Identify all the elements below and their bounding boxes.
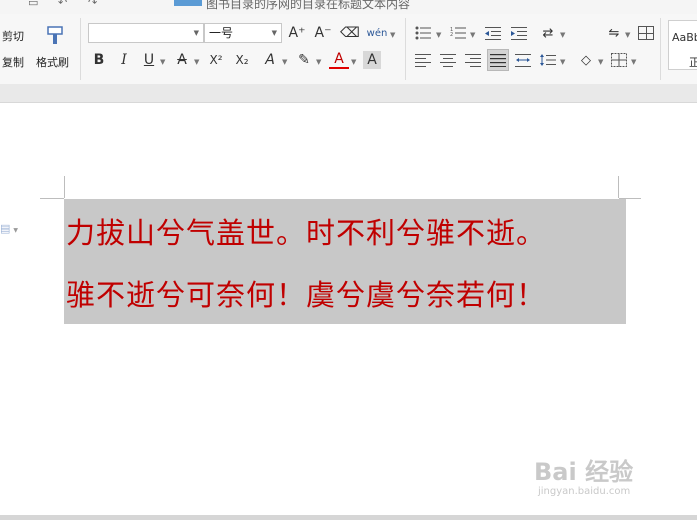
align-left-icon[interactable] (413, 50, 433, 70)
format-painter-icon[interactable] (44, 24, 66, 48)
shrink-font-icon[interactable]: A⁻ (313, 23, 333, 43)
ribbon-home: 剪切 复制 格式刷 ▼ 一号 ▼ A⁺ A⁻ ⌫ wén ▼ B I U ▼ A … (0, 14, 697, 85)
superscript-icon[interactable]: X² (206, 50, 226, 70)
quick-access-toolbar: ▭ ↶ ↷ 图书目录的序网的目录在标题文本内容 (0, 0, 697, 14)
show-marks-icon[interactable] (636, 23, 656, 43)
copy-button[interactable]: 复制 (2, 54, 24, 70)
chevron-down-icon[interactable]: ▼ (316, 58, 321, 66)
title-highlight (174, 0, 202, 6)
chevron-down-icon[interactable]: ▼ (631, 58, 636, 66)
watermark-url: jingyan.baidu.com (538, 486, 631, 497)
save-icon[interactable]: ▭ (28, 0, 38, 9)
underline-icon[interactable]: U (139, 50, 159, 70)
baidu-watermark: Bai 经验 (534, 458, 634, 486)
group-separator (80, 18, 81, 80)
cut-button[interactable]: 剪切 (2, 28, 24, 44)
strikethrough-icon[interactable]: A (172, 50, 192, 70)
chevron-down-icon[interactable]: ▼ (560, 31, 565, 39)
chevron-down-icon[interactable]: ▼ (560, 58, 565, 66)
chevron-down-icon[interactable]: ▼ (390, 31, 395, 39)
style-preview-text: AaBbCcD (672, 31, 697, 44)
highlight-icon[interactable]: ✎ (294, 50, 314, 70)
status-bar (0, 515, 697, 520)
chevron-down-icon[interactable]: ▼ (470, 31, 475, 39)
distributed-icon[interactable] (513, 50, 533, 70)
undo-icon[interactable]: ↶ (58, 0, 67, 9)
redo-icon[interactable]: ↷ (88, 0, 97, 9)
justify-icon[interactable] (487, 49, 509, 71)
italic-icon[interactable]: I (114, 50, 134, 70)
margin-mark-right (618, 176, 619, 198)
phonetic-guide-icon[interactable]: wén (367, 23, 388, 43)
grow-font-icon[interactable]: A⁺ (287, 23, 307, 43)
align-center-icon[interactable] (438, 50, 458, 70)
text-direction-icon[interactable]: ⇄ (538, 23, 558, 43)
bullet-list-icon[interactable] (413, 23, 433, 43)
style-name: 正文 (689, 54, 697, 69)
svg-text:2: 2 (450, 32, 453, 38)
chevron-down-icon[interactable]: ▼ (625, 31, 630, 39)
margin-mark-left (64, 176, 65, 198)
margin-mark-left-h (40, 198, 64, 199)
group-separator (660, 18, 661, 80)
text-effect-icon[interactable]: A (260, 50, 280, 70)
chevron-down-icon[interactable]: ▼ (351, 58, 356, 66)
chevron-down-icon[interactable]: ▼ (282, 58, 287, 66)
bold-icon[interactable]: B (89, 50, 109, 70)
chevron-down-icon[interactable]: ▼ (598, 58, 603, 66)
window-title: 图书目录的序网的目录在标题文本内容 (206, 0, 411, 11)
subscript-icon[interactable]: X₂ (232, 50, 252, 70)
style-gallery-normal[interactable]: AaBbCcD 正文 (668, 20, 697, 70)
chevron-down-icon[interactable]: ▼ (194, 58, 199, 66)
paragraph-layout-icon[interactable]: ▤ ▼ (0, 222, 24, 236)
clear-format-icon[interactable]: ⌫ (340, 23, 360, 43)
sort-icon[interactable]: ⇋ (604, 23, 624, 43)
font-size-select[interactable]: 一号 ▼ (204, 23, 282, 43)
increase-indent-icon[interactable] (509, 23, 529, 43)
document-line-1[interactable]: 力拔山兮气盖世。时不利兮骓不逝。 (66, 210, 546, 252)
font-family-select[interactable]: ▼ (88, 23, 204, 43)
line-spacing-icon[interactable] (538, 50, 558, 70)
numbered-list-icon[interactable]: 12 (448, 23, 468, 43)
document-line-2[interactable]: 骓不逝兮可奈何！虞兮虞兮奈若何！ (66, 272, 546, 314)
decrease-indent-icon[interactable] (483, 23, 503, 43)
chevron-down-icon[interactable]: ▼ (160, 58, 165, 66)
char-shading-icon[interactable]: A (363, 51, 381, 69)
shading-icon[interactable]: ◇ (576, 50, 596, 70)
font-color-icon[interactable]: A (329, 50, 349, 69)
borders-icon[interactable] (609, 50, 629, 70)
format-painter-label: 格式刷 (36, 56, 69, 69)
align-right-icon[interactable] (463, 50, 483, 70)
chevron-down-icon[interactable]: ▼ (436, 31, 441, 39)
group-separator (405, 18, 406, 80)
ruler-band (0, 84, 697, 103)
